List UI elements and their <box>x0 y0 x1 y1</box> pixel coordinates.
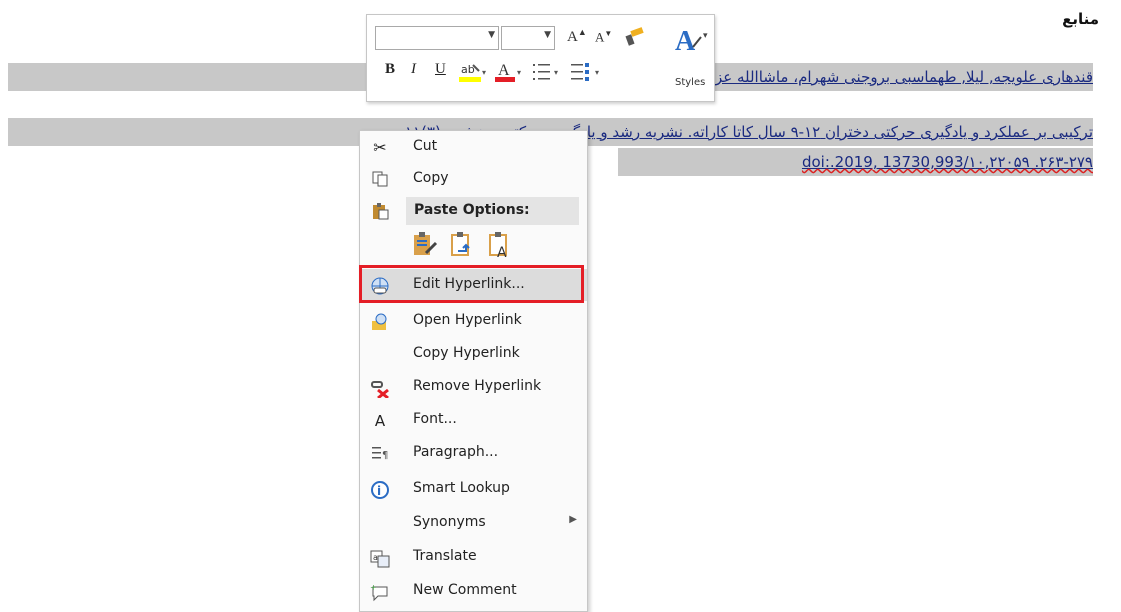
svg-text:i: i <box>377 484 381 498</box>
keep-text-only-icon[interactable]: A <box>488 231 516 261</box>
translate-icon: a <box>370 548 390 568</box>
merge-formatting-icon[interactable] <box>450 231 478 261</box>
styles-icon: A <box>675 26 702 55</box>
font-color-icon[interactable]: A ▾ <box>495 59 525 87</box>
font-icon: A <box>374 412 386 430</box>
shrink-font-icon[interactable]: A▼ <box>595 29 612 45</box>
styles-dropdown-icon: ▾ <box>703 31 708 41</box>
format-painter-icon[interactable] <box>623 27 645 51</box>
open-hyperlink-icon <box>370 312 390 332</box>
menu-item-new-comment[interactable]: + New Comment <box>360 575 587 607</box>
bullets-icon[interactable]: ▾ <box>533 61 563 87</box>
menu-item-copy-hyperlink[interactable]: Copy Hyperlink <box>360 338 587 370</box>
svg-text:¶: ¶ <box>382 450 388 461</box>
svg-text:▾: ▾ <box>595 68 599 77</box>
remove-hyperlink-icon <box>370 378 390 400</box>
menu-item-copy[interactable]: Copy <box>360 163 587 195</box>
bold-button[interactable]: B <box>385 61 395 78</box>
styles-label: Styles <box>675 77 706 88</box>
svg-text:▾: ▾ <box>517 68 521 77</box>
font-name-combobox[interactable]: ▼ <box>375 26 499 50</box>
svg-text:A: A <box>498 62 510 79</box>
underline-button[interactable]: U <box>435 61 446 78</box>
submenu-arrow-icon: ▶ <box>569 514 577 525</box>
menu-item-smart-lookup[interactable]: i Smart Lookup <box>360 473 587 505</box>
chevron-down-icon: ▼ <box>488 30 495 40</box>
new-comment-icon: + <box>370 582 390 602</box>
keep-source-formatting-icon[interactable] <box>412 231 440 261</box>
references-heading: منابع <box>1062 10 1099 28</box>
svg-text:+: + <box>370 583 377 592</box>
grow-font-icon[interactable]: A▲ <box>567 27 587 46</box>
svg-text:A: A <box>675 26 696 55</box>
smart-lookup-icon: i <box>370 480 390 500</box>
copy-icon <box>370 170 390 190</box>
scissors-icon: ✂ <box>373 138 387 157</box>
menu-item-font[interactable]: A Font... <box>360 404 587 436</box>
mini-toolbar: ▼ ▼ A▲ A▼ A ▾ Styles B I U ab ▾ A ▾ ▾ ▾ <box>366 14 715 102</box>
font-size-combobox[interactable]: ▼ <box>501 26 555 50</box>
menu-item-paragraph[interactable]: ¶ Paragraph... <box>360 437 587 469</box>
menu-item-remove-hyperlink[interactable]: Remove Hyperlink <box>360 371 587 403</box>
menu-item-cut[interactable]: ✂ Cut <box>360 131 587 163</box>
context-menu: ✂ Cut Copy Paste Options: A Edit Hyperli… <box>359 130 588 612</box>
svg-text:A: A <box>497 245 507 259</box>
paragraph-icon: ¶ <box>370 444 390 464</box>
svg-text:a: a <box>373 553 378 562</box>
numbering-icon[interactable]: ▾ <box>571 61 609 87</box>
highlight-color-icon[interactable]: ab ▾ <box>459 61 489 87</box>
svg-text:ab: ab <box>461 63 475 76</box>
chevron-down-icon: ▼ <box>544 30 551 40</box>
highlight-annotation-box <box>359 265 584 303</box>
menu-item-translate[interactable]: a Translate <box>360 541 587 573</box>
styles-button[interactable]: A ▾ Styles <box>669 21 711 95</box>
doi-link-text[interactable]: doi:.2019, 13730,993/۱۰,۲۲۰۵۹ .۲۶۳-۲۷۹ <box>802 153 1093 171</box>
paste-options-title: Paste Options: <box>414 202 530 218</box>
reference-line-3-doi-link[interactable]: doi:.2019, 13730,993/۱۰,۲۲۰۵۹ .۲۶۳-۲۷۹ <box>618 148 1093 176</box>
svg-text:▾: ▾ <box>482 68 486 77</box>
paste-icon <box>370 202 390 222</box>
svg-text:▾: ▾ <box>554 68 558 77</box>
menu-item-open-hyperlink[interactable]: Open Hyperlink <box>360 305 587 337</box>
italic-button[interactable]: I <box>411 61 416 78</box>
menu-item-synonyms[interactable]: Synonyms ▶ <box>360 507 587 539</box>
